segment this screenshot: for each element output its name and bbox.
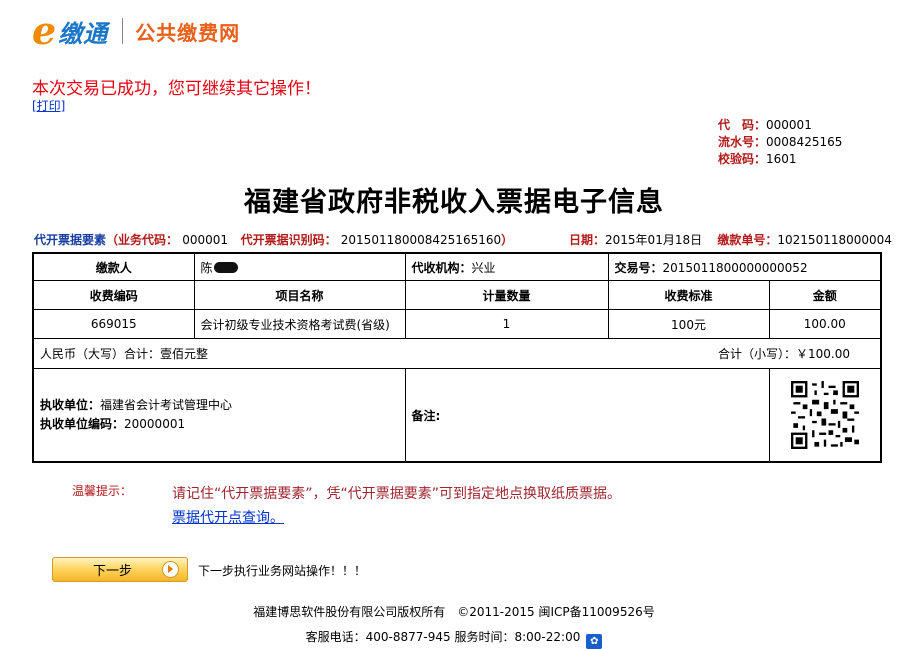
next-step-label: 下一步 [92,564,132,579]
paw-icon[interactable]: ✿ [586,634,603,649]
item-quantity: 1 [404,309,609,339]
total-upper-value: 壹佰元整 [160,347,209,361]
item-code: 669015 [32,309,195,339]
exec-code-value: 20000001 [124,417,186,431]
payment-no-value: 102150118000004 [777,233,892,247]
receipt-table: 缴款人 陈 代收机构：兴业 交易号：2015011800000000052 收费… [32,252,882,463]
next-step-hint: 下一步执行业务网站操作！！！ [198,564,367,578]
logo-e-mark: e [32,8,57,53]
date-payment-line: 日期：2015年01月18日 缴款单号：102150118000004 [569,231,892,248]
payer-label: 缴款人 [32,252,195,281]
code-row: 代 码：000001 [718,117,842,134]
exec-unit-label: 执收单位： [40,398,101,412]
total-lower: 合计（小写）：￥100.00 [718,345,850,362]
check-value: 1601 [766,152,797,166]
logo-jiaotong-text: 缴通 [58,19,109,48]
payer-name: 陈 [200,260,213,275]
remark-cell: 备注: [404,368,770,463]
total-lower-label: 合计（小写）： [717,347,796,361]
elements-label: 代开票据要素 [34,233,107,247]
success-message: 本次交易已成功，您可继续其它操作！ [32,79,321,99]
total-lower-value: ￥100.00 [796,347,850,361]
header-amount: 金额 [768,280,882,310]
payment-no-label: 缴款单号： [717,233,778,247]
logo-divider [122,18,124,44]
identifier-value: 201501180008425165160 [340,233,502,247]
item-amount: 100.00 [768,309,882,339]
serial-value: 0008425165 [766,135,843,149]
receipt-codes: 代 码：000001 流水号：0008425165 校验码：1601 [718,117,842,168]
table-row: 缴款人 陈 代收机构：兴业 交易号：2015011800000000052 [32,252,882,281]
next-step-button[interactable]: 下一步 [52,557,188,582]
code-value: 000001 [766,118,812,132]
txn-value: 2015011800000000052 [662,260,808,275]
table-row: 669015 会计初级专业技术资格考试费(省级) 1 100元 100.00 [32,309,882,339]
receipt-location-query-link[interactable]: 票据代开点查询。 [172,507,284,527]
exec-unit-value: 福建省会计考试管理中心 [100,398,233,412]
exec-unit-line: 执收单位：福建省会计考试管理中心 [40,396,399,415]
tips-text: 请记住“代开票据要素”，凭“代开票据要素”可到指定地点换取纸质票据。 [172,486,622,502]
header-quantity: 计量数量 [404,280,609,310]
agency-label: 代收机构： [411,260,472,275]
qr-code-cell [768,368,882,463]
payer-name-cell: 陈 [193,252,406,281]
redaction-mark [213,261,238,273]
total-upper: 人民币（大写）合计：壹佰元整 [40,345,208,362]
header-standard: 收费标准 [607,280,770,310]
receipt-elements-line: 代开票据要素（业务代码： 000001 代开票据识别码： 20150118000… [34,231,513,248]
site-logo: e 缴通 公共缴费网 [32,10,240,52]
table-header-row: 收费编码 项目名称 计量数量 收费标准 金额 [32,280,882,310]
code-label: 代 码： [718,118,767,132]
identifier-close: ） [501,233,514,247]
agency-cell: 代收机构：兴业 [404,252,609,281]
exec-unit-row: 执收单位：福建省会计考试管理中心 执收单位编码：20000001 备注: [32,368,882,463]
check-label: 校验码： [718,152,767,166]
date-value: 2015年01月18日 [605,233,703,247]
footer-hotline: 客服电话：400-8877-945 服务时间：8:00-22:00 [305,630,581,644]
date-label: 日期： [569,233,606,247]
agency-value: 兴业 [471,260,496,275]
item-name: 会计初级专业技术资格考试费(省级) [193,309,406,339]
total-upper-label: 人民币（大写）合计： [40,347,161,361]
totals-row: 人民币（大写）合计：壹佰元整 合计（小写）：￥100.00 [32,338,882,369]
print-link[interactable]: [打印] [32,97,65,114]
exec-code-line: 执收单位编码：20000001 [40,415,399,434]
totals-cell: 人民币（大写）合计：壹佰元整 合计（小写）：￥100.00 [32,338,882,369]
txn-cell: 交易号：2015011800000000052 [607,252,882,281]
document-title: 福建省政府非税收入票据电子信息 [244,187,664,218]
tips-label: 温馨提示： [72,484,133,498]
arrow-right-icon [162,561,179,578]
serial-label: 流水号： [718,135,767,149]
serial-row: 流水号：0008425165 [718,134,842,151]
exec-unit-cell: 执收单位：福建省会计考试管理中心 执收单位编码：20000001 [32,368,406,463]
business-code-value: 000001 [182,233,229,247]
header-fee-code: 收费编码 [32,280,195,310]
header-item-name: 项目名称 [193,280,406,310]
check-row: 校验码：1601 [718,151,842,168]
remark-label: 备注: [411,408,441,423]
txn-label: 交易号： [614,260,663,275]
business-code-label: （业务代码： [106,233,179,247]
exec-code-label: 执收单位编码： [40,417,125,431]
footer-copyright: 福建博思软件股份有限公司版权所有 ©2011-2015 闽ICP备1100952… [253,605,655,619]
item-standard: 100元 [607,309,770,339]
qr-code-icon [790,381,859,449]
footer-hotline-line: 客服电话：400-8877-945 服务时间：8:00-22:00 ✿ [0,628,908,649]
logo-public-payment-text: 公共缴费网 [135,20,241,45]
identifier-label: 代开票据识别码： [240,233,337,247]
